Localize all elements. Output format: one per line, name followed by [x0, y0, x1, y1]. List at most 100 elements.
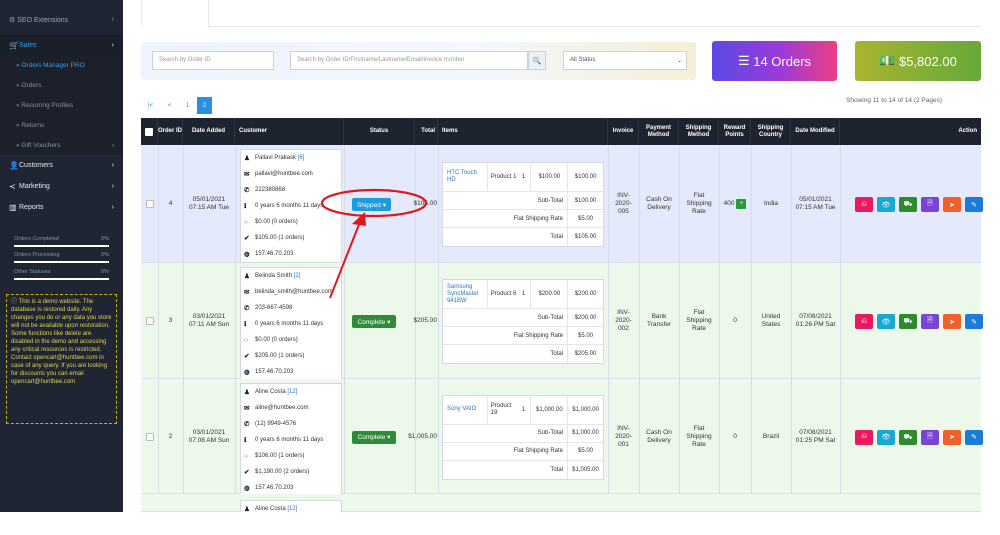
search-button[interactable]: 🔍	[528, 51, 546, 70]
info-icon: ℹ	[244, 203, 247, 210]
row-checkbox[interactable]	[146, 317, 154, 325]
customer-card: ♟ Pallavi Prakask [6] ✉ pallavi@huntbee.com…	[240, 149, 342, 263]
customer-card: ♟ Belinda Smith [2] ✉ belinda_smith@huntbee…	[240, 267, 342, 381]
payment-method: Cash On Delivery	[646, 196, 672, 211]
items-table: HTC Touch HD Product 1 1 $100.00 $100.00…	[442, 162, 604, 247]
edit-button[interactable]: ✎	[965, 197, 983, 212]
status-select[interactable]: All Status ⌄	[563, 51, 687, 70]
globe-icon: ◍	[244, 485, 250, 492]
orders-count-card: ☰ 14 Orders	[712, 41, 837, 81]
payment-method: Cash On Delivery	[646, 428, 672, 444]
edit-button[interactable]: ✎	[965, 314, 983, 329]
col-total[interactable]: Total	[415, 118, 438, 145]
info-icon: ⓘ	[11, 299, 19, 305]
row-checkbox[interactable]	[146, 432, 154, 441]
select-all-header[interactable]	[141, 118, 158, 145]
pagination-prev[interactable]: <	[162, 97, 177, 114]
chevron-right-icon: ›	[111, 16, 114, 23]
pagination-first[interactable]: |<	[143, 97, 158, 114]
col-customer[interactable]: Customer	[235, 118, 344, 145]
row-actions: ⎌ 👁 ⛟ 🗎 ➤ ✎	[855, 314, 983, 329]
invoice-button[interactable]: 🗎	[921, 197, 939, 212]
invoice-button[interactable]: 🗎	[921, 314, 939, 329]
check-icon: ✔	[244, 469, 250, 476]
chevron-down-icon: ⌄	[676, 58, 682, 64]
col-status[interactable]: Status	[344, 118, 415, 145]
view-button[interactable]: 👁	[877, 429, 895, 445]
view-button[interactable]: 👁	[877, 197, 895, 212]
envelope-icon: ✉	[244, 171, 250, 178]
general-search-input[interactable]: Search by Order ID/Firstname/Lastname/Em…	[290, 51, 528, 70]
col-shipping-country[interactable]: Shipping Country	[751, 118, 791, 145]
edit-button[interactable]: ✎	[965, 429, 983, 445]
seo-icon: ⚙	[9, 17, 18, 24]
col-invoice[interactable]: Invoice	[608, 118, 639, 145]
sidebar-item-reports[interactable]: ▥ Reports ›	[0, 197, 123, 217]
undo-button[interactable]: ⎌	[855, 197, 873, 212]
total-sales-card: 💵 $5,802.00	[855, 41, 981, 81]
items-table: Samsung SyncMaster 941BW Product 6 1 $20…	[442, 279, 604, 364]
sidebar-item-orders[interactable]: » Orders	[0, 75, 123, 95]
ship-button[interactable]: ⛟	[899, 429, 917, 445]
product-link[interactable]: Sony VAIO	[443, 406, 487, 413]
ship-button[interactable]: ⛟	[899, 314, 917, 329]
chevron-right-icon: ›	[111, 203, 114, 211]
send-button[interactable]: ➤	[943, 197, 961, 212]
sidebar-item-seo[interactable]: ⚙ SEO Extensions ›	[0, 14, 123, 28]
row-actions: ⎌ 👁 ⛟ 🗎 ➤ ✎	[855, 429, 983, 445]
date-added: 05/01/2021 07:15 AM Tue	[188, 196, 230, 211]
col-order-id[interactable]: Order ID	[158, 118, 183, 145]
invoice-number: INV-2020-002	[615, 309, 632, 332]
list-icon: ☰	[737, 53, 754, 68]
status-dropdown[interactable]: Shipped ▾	[352, 198, 391, 211]
customer-orders-link[interactable]: [6]	[298, 155, 305, 161]
sidebar-item-orders-manager-pro[interactable]: » Orders Manager PRO	[0, 55, 123, 75]
product-link[interactable]: HTC Touch HD	[443, 170, 487, 184]
sidebar-item-returns[interactable]: » Returns	[0, 115, 123, 135]
phone-icon: ✆	[244, 305, 250, 312]
ship-icon: ⛟	[903, 433, 913, 441]
product-link[interactable]: Samsung SyncMaster 941BW	[443, 284, 487, 305]
globe-icon: ◍	[244, 369, 250, 376]
phone-icon: ✆	[244, 421, 250, 428]
sidebar-item-recurring-profiles[interactable]: » Recurring Profiles	[0, 95, 123, 115]
ship-button[interactable]: ⛟	[899, 197, 917, 212]
tab[interactable]	[141, 0, 209, 27]
sidebar-item-gift-vouchers[interactable]: » Gift Vouchers ›	[0, 135, 123, 155]
col-reward-points[interactable]: Reward Points	[719, 118, 751, 145]
select-all-checkbox[interactable]	[145, 127, 153, 136]
circle-icon: ○	[244, 336, 248, 344]
add-reward-icon[interactable]: +	[736, 199, 747, 209]
col-shipping-method[interactable]: Shipping Method	[679, 118, 719, 145]
undo-icon: ⎌	[861, 433, 867, 440]
customer-orders-link[interactable]: [2]	[294, 273, 301, 279]
invoice-button[interactable]: 🗎	[921, 429, 939, 445]
send-icon: ➤	[949, 434, 955, 441]
col-date-modified[interactable]: Date Modified	[791, 118, 840, 145]
row-checkbox[interactable]	[146, 200, 154, 208]
view-button[interactable]: 👁	[877, 314, 895, 329]
sidebar-item-customers[interactable]: 👤 Customers ›	[0, 155, 123, 175]
shipping-country: Brazil	[762, 432, 780, 440]
edit-icon: ✎	[971, 434, 977, 441]
send-button[interactable]: ➤	[943, 429, 961, 445]
sidebar-item-sales[interactable]: 🛒 Sales ›	[0, 35, 123, 55]
undo-button[interactable]: ⎌	[855, 314, 873, 329]
status-dropdown[interactable]: Complete ▾	[352, 430, 396, 444]
undo-button[interactable]: ⎌	[855, 429, 873, 445]
status-dropdown[interactable]: Complete ▾	[352, 315, 396, 328]
view-icon: 👁	[881, 201, 891, 209]
customer-orders-link[interactable]: [12]	[287, 389, 297, 395]
col-date-added[interactable]: Date Added	[183, 118, 235, 145]
check-icon: ✔	[244, 353, 250, 360]
sidebar-item-marketing[interactable]: ≺ Marketing ›	[0, 176, 123, 196]
col-payment-method[interactable]: Payment Method	[639, 118, 679, 145]
pagination-page-1[interactable]: 1	[180, 97, 195, 114]
items-table: Sony VAIO Product 19 1 $1,000.00 $1,000.…	[442, 394, 604, 480]
invoice-icon: 🗎	[927, 317, 933, 324]
pagination-page-2[interactable]: 2	[197, 97, 212, 114]
send-button[interactable]: ➤	[943, 314, 961, 329]
user-icon: 👤	[9, 160, 19, 170]
circle-icon: ○	[244, 452, 248, 460]
order-id-search-input[interactable]: Search by Order ID	[152, 51, 274, 70]
